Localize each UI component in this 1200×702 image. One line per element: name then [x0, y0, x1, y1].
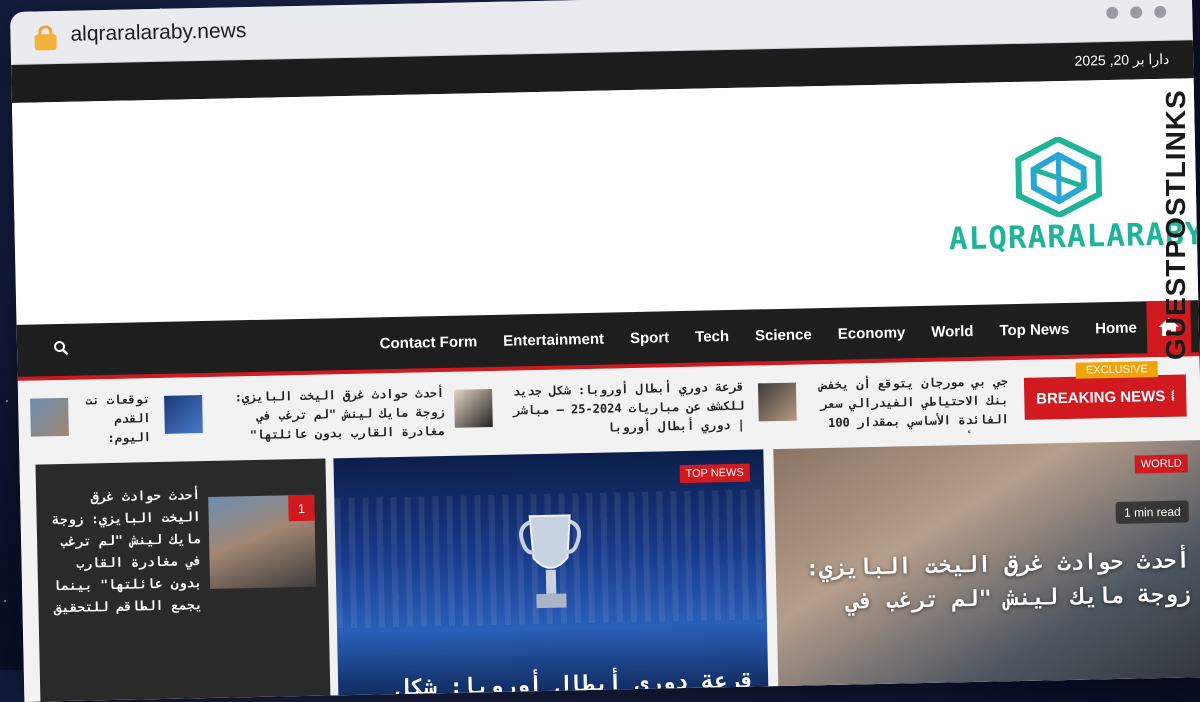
address-bar[interactable]: alqraralaraby.news	[70, 19, 246, 47]
breaking-news-label: BREAKING NEWS	[1035, 387, 1166, 408]
featured-headline[interactable]: قرعة دوري أبطال أوروبا: شكل	[396, 669, 754, 701]
window-dot-icon[interactable]	[1130, 6, 1143, 19]
lock-icon	[34, 25, 57, 51]
category-tag[interactable]: WORLD	[1134, 454, 1188, 474]
ticker-item[interactable]: قرعة دوري أبطال أوروبا: شكل جديد للكشف ع…	[454, 378, 745, 441]
search-icon	[54, 341, 69, 356]
trending-list: 1 أحدث حوادث غرق اليخت البايزي: زوجة ماي…	[35, 458, 331, 702]
ticker-thumbnail	[757, 382, 797, 422]
logo-mark-icon	[1015, 136, 1103, 219]
nav-item-economy[interactable]: Economy	[838, 324, 906, 342]
featured-article-right[interactable]: WORLD 1 min read أحدث حوادث غرق اليخت ال…	[773, 440, 1200, 700]
window-dot-icon[interactable]	[1154, 5, 1167, 19]
ticker-thumbnail	[30, 397, 69, 437]
nav-item-sport[interactable]: Sport	[630, 329, 670, 347]
category-tag[interactable]: TOP NEWS	[679, 463, 750, 484]
ticker-thumbnail	[164, 395, 203, 434]
guestpostlinks-watermark: GUESTPOSTLINKS	[1156, 60, 1196, 360]
nav-item-science[interactable]: Science	[755, 326, 812, 344]
window-controls[interactable]	[1106, 5, 1167, 20]
nav-item-world[interactable]: World	[931, 322, 974, 340]
nav-item-home[interactable]: Home	[1095, 319, 1137, 337]
window-dot-icon[interactable]	[1106, 6, 1119, 20]
trophy-icon	[519, 514, 582, 609]
site-logo[interactable]: ALQRARALARABY	[947, 134, 1200, 269]
nav-item-contact-form[interactable]: Contact Form	[380, 333, 478, 352]
ticker-thumbnail	[454, 388, 493, 428]
watermark-text: GUESTPOSTLINKS	[1160, 89, 1191, 360]
trending-rank: 1	[288, 494, 315, 522]
read-time-badge: 1 min read	[1115, 500, 1189, 524]
browser-window: alqraralaraby.news دارا بر 20, 2025 ALQR…	[10, 0, 1200, 702]
featured-section: 1 أحدث حوادث غرق اليخت البايزي: زوجة ماي…	[19, 428, 1200, 702]
nav-item-top-news[interactable]: Top News	[999, 320, 1069, 338]
site-header: ALQRARALARABY	[11, 78, 1200, 325]
featured-article-center[interactable]: TOP NEWS قرعة دوري أبطال أوروبا: شكل	[333, 449, 769, 702]
nav-item-tech[interactable]: Tech	[695, 328, 729, 346]
flash-icon: ⧙	[1171, 387, 1175, 405]
exclusive-badge: EXCLUSIVE	[1075, 361, 1158, 379]
featured-headline[interactable]: أحدث حوادث غرق اليخت البايزي: زوجة مايك …	[789, 544, 1190, 620]
nav-item-entertainment[interactable]: Entertainment	[503, 330, 604, 349]
search-button[interactable]	[53, 340, 73, 360]
ticker-item[interactable]: توقعات نت القدم اليوم:	[30, 390, 151, 450]
ticker-headline[interactable]: قرعة دوري أبطال أوروبا: شكل جديد للكشف ع…	[502, 378, 745, 440]
trending-headline[interactable]: أحدث حوادث غرق اليخت البايزي: زوجة مايك …	[48, 485, 203, 620]
breaking-news-badge: BREAKING NEWS ⧙	[1023, 374, 1187, 420]
ticker-headline[interactable]: توقعات نت القدم اليوم:	[78, 390, 151, 448]
